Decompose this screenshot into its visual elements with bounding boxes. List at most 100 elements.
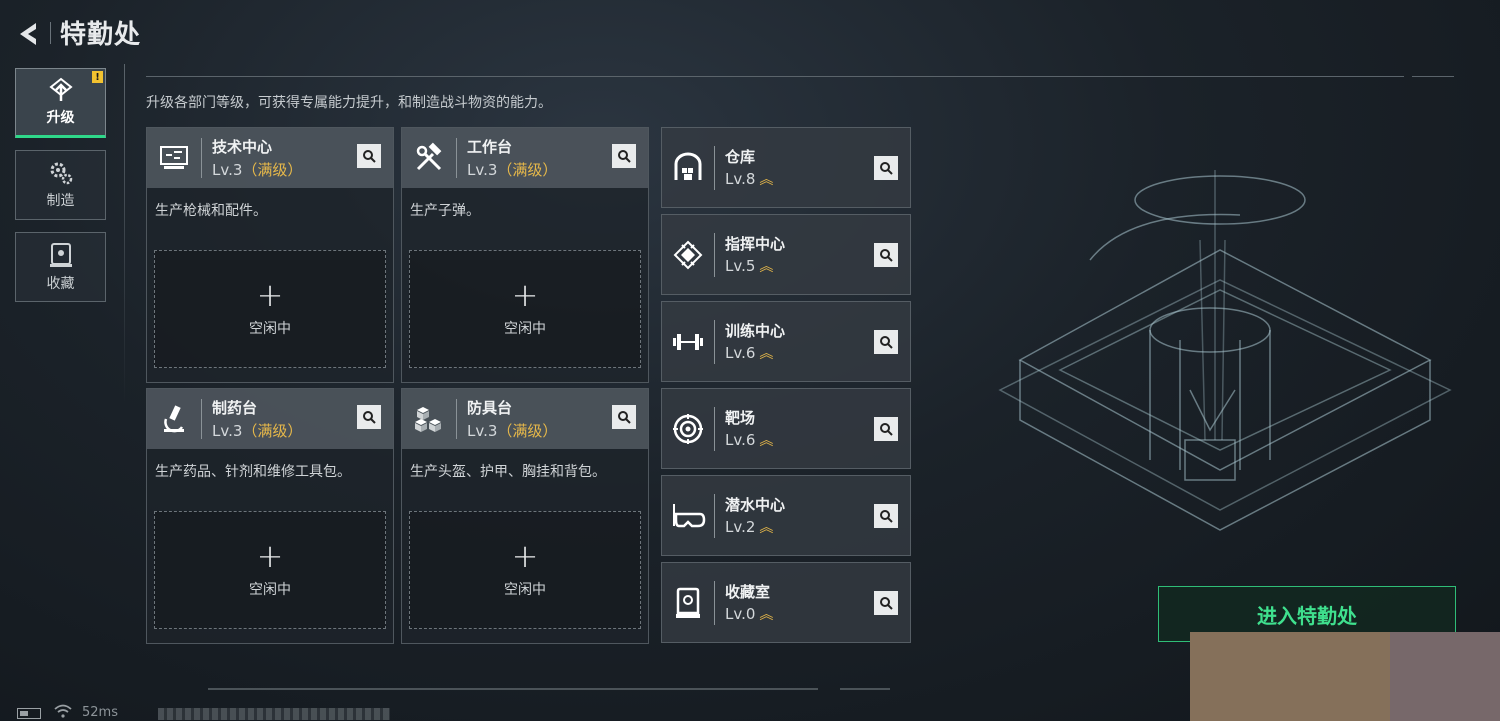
facility-command-center[interactable]: 指挥中心 Lv.5 ︽	[661, 214, 911, 295]
upgrade-chevron-icon: ︽	[759, 433, 773, 449]
search-icon	[880, 249, 893, 262]
inspect-button[interactable]	[874, 417, 898, 441]
production-slot[interactable]: + 空闲中	[409, 250, 641, 368]
slot-status: 空闲中	[249, 321, 291, 337]
microscope-icon	[164, 405, 184, 433]
ping-readout: 52ms	[82, 705, 118, 720]
chip-icon	[673, 240, 703, 269]
inspect-button[interactable]	[357, 144, 381, 168]
card-header: 技术中心 Lv.3（满级）	[147, 128, 393, 188]
card-level: Lv.3（满级）	[212, 422, 303, 440]
cubes-icon	[415, 407, 441, 432]
inspect-button[interactable]	[612, 405, 636, 429]
card-title: 工作台	[467, 138, 513, 156]
search-icon	[363, 150, 376, 163]
search-icon	[880, 336, 893, 349]
card-title: 防具台	[467, 399, 513, 417]
slot-status: 空闲中	[249, 582, 291, 598]
target-icon	[673, 413, 703, 444]
facility-level: Lv.0 ︽	[725, 605, 773, 623]
nav-label-upgrade: 升级	[46, 110, 75, 126]
gear-cluster-icon	[50, 162, 72, 185]
facility-title: 仓库	[725, 148, 756, 166]
dumbbell-icon	[673, 333, 703, 350]
facility-title: 训练中心	[725, 322, 786, 340]
nav-item-collection[interactable]: 收藏	[15, 232, 106, 302]
facility-title: 收藏室	[725, 583, 771, 601]
card-armor-bench: 防具台 Lv.3（满级） 生产头盔、护甲、胸挂和背包。 + 空闲中	[401, 388, 649, 644]
display-case-icon	[676, 587, 700, 618]
overlay-block-right	[1390, 632, 1500, 721]
card-title: 制药台	[212, 399, 258, 417]
facility-diving-center[interactable]: 潜水中心 Lv.2 ︽	[661, 475, 911, 556]
facility-level: Lv.5 ︽	[725, 257, 773, 275]
facility-training-center[interactable]: 训练中心 Lv.6 ︽	[661, 301, 911, 382]
card-header: 防具台 Lv.3（满级）	[402, 389, 648, 449]
hammer-wrench-icon	[416, 142, 442, 171]
production-slot[interactable]: + 空闲中	[154, 511, 386, 629]
card-level: Lv.3（满级）	[467, 422, 558, 440]
collection-icon	[49, 243, 72, 267]
nav-item-craft[interactable]: 制造	[15, 150, 106, 220]
plus-icon: +	[511, 537, 539, 575]
facility-title: 潜水中心	[725, 496, 786, 514]
monitor-icon	[160, 146, 188, 169]
search-icon	[880, 597, 893, 610]
top-divider	[146, 76, 1404, 77]
card-description: 生产枪械和配件。	[155, 203, 267, 219]
facility-hologram-illustration	[998, 170, 1452, 531]
facility-level: Lv.6 ︽	[725, 431, 773, 449]
production-slot[interactable]: + 空闲中	[154, 250, 386, 368]
upgrade-chevron-icon: ︽	[759, 520, 773, 536]
card-title: 技术中心	[212, 138, 273, 156]
card-description: 生产子弹。	[410, 203, 480, 219]
inspect-button[interactable]	[612, 144, 636, 168]
top-divider-tick	[1412, 76, 1454, 77]
plus-icon: +	[256, 537, 284, 575]
card-pharmacy: 制药台 Lv.3（满级） 生产药品、针剂和维修工具包。 + 空闲中	[146, 388, 394, 644]
nav-label-craft: 制造	[46, 193, 75, 209]
blurred-status-text	[158, 708, 390, 720]
battery-icon	[17, 708, 41, 719]
inspect-button[interactable]	[874, 243, 898, 267]
facility-shooting-range[interactable]: 靶场 Lv.6 ︽	[661, 388, 911, 469]
card-description: 生产药品、针剂和维修工具包。	[155, 464, 351, 480]
search-icon	[880, 510, 893, 523]
plus-icon: +	[511, 276, 539, 314]
card-header: 工作台 Lv.3（满级）	[402, 128, 648, 188]
alert-badge: !	[92, 71, 103, 83]
facility-title: 指挥中心	[725, 235, 786, 253]
inspect-button[interactable]	[357, 405, 381, 429]
facility-warehouse[interactable]: 仓库 Lv.8 ︽	[661, 127, 911, 208]
slot-status: 空闲中	[504, 582, 546, 598]
facility-collection-room[interactable]: 收藏室 Lv.0 ︽	[661, 562, 911, 643]
title-separator	[50, 22, 51, 44]
facility-level: Lv.8 ︽	[725, 170, 773, 188]
inspect-button[interactable]	[874, 330, 898, 354]
facility-level: Lv.2 ︽	[725, 518, 773, 536]
warehouse-icon	[674, 152, 702, 180]
page-description: 升级各部门等级，可获得专属能力提升，和制造战斗物资的能力。	[146, 95, 552, 111]
card-description: 生产头盔、护甲、胸挂和背包。	[410, 464, 606, 480]
card-header: 制药台 Lv.3（满级）	[147, 389, 393, 449]
inspect-button[interactable]	[874, 591, 898, 615]
search-icon	[618, 150, 631, 163]
facility-title: 靶场	[725, 409, 756, 427]
upgrade-chevron-icon: ︽	[759, 346, 773, 362]
inspect-button[interactable]	[874, 504, 898, 528]
upgrade-chevron-icon: ︽	[759, 259, 773, 275]
search-icon	[880, 423, 893, 436]
card-tech-center: 技术中心 Lv.3（满级） 生产枪械和配件。 + 空闲中	[146, 127, 394, 383]
wifi-icon	[54, 704, 72, 718]
upgrade-chevron-icon: ︽	[759, 172, 773, 188]
search-icon	[363, 411, 376, 424]
slot-status: 空闲中	[504, 321, 546, 337]
nav-label-collection: 收藏	[46, 276, 75, 292]
inspect-button[interactable]	[874, 156, 898, 180]
page-title: 特勤处	[60, 20, 142, 50]
diving-mask-icon	[673, 503, 706, 527]
nav-item-upgrade[interactable]: ! 升级	[15, 68, 106, 138]
search-icon	[880, 162, 893, 175]
back-button[interactable]	[14, 18, 46, 50]
production-slot[interactable]: + 空闲中	[409, 511, 641, 629]
